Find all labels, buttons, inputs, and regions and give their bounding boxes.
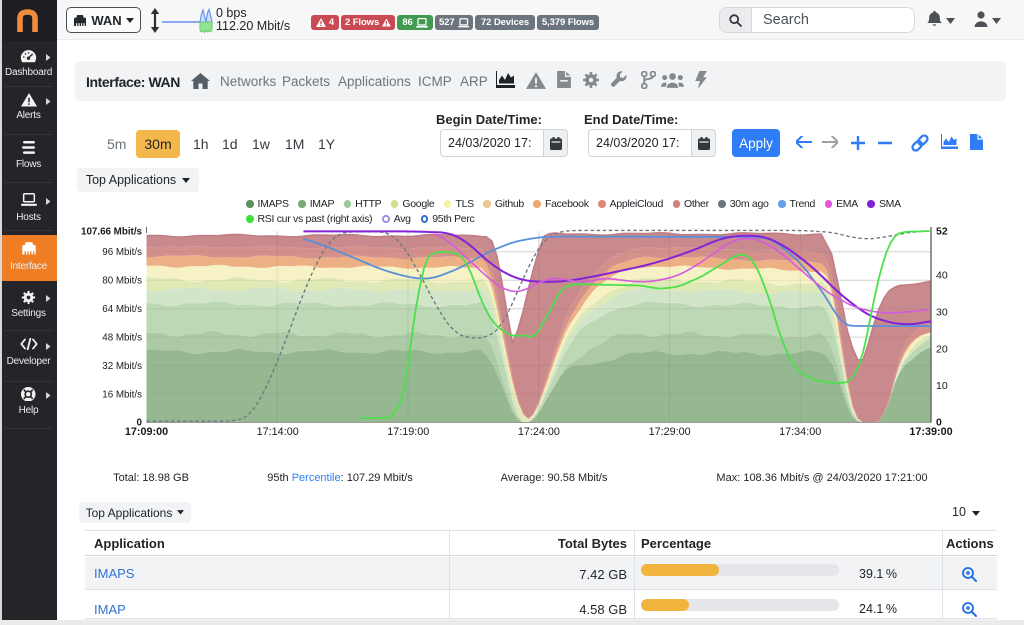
svg-text:107.66 Mbit/s: 107.66 Mbit/s: [81, 227, 143, 238]
svg-text:10: 10: [936, 380, 948, 392]
svg-text:40: 40: [936, 270, 948, 282]
svg-text:48 Mbit/s: 48 Mbit/s: [102, 332, 142, 343]
svg-text:52: 52: [936, 225, 948, 237]
svg-text:17:39:00: 17:39:00: [909, 426, 952, 438]
svg-text:96 Mbit/s: 96 Mbit/s: [102, 247, 142, 258]
svg-text:17:19:00: 17:19:00: [387, 426, 429, 438]
svg-text:17:24:00: 17:24:00: [518, 426, 560, 438]
svg-text:17:14:00: 17:14:00: [257, 426, 299, 438]
svg-text:32 Mbit/s: 32 Mbit/s: [102, 361, 142, 372]
svg-text:64 Mbit/s: 64 Mbit/s: [102, 304, 142, 315]
svg-text:80 Mbit/s: 80 Mbit/s: [102, 275, 142, 286]
svg-text:17:34:00: 17:34:00: [779, 426, 821, 438]
svg-text:20: 20: [936, 343, 948, 355]
svg-text:17:09:00: 17:09:00: [125, 426, 168, 438]
svg-text:17:29:00: 17:29:00: [649, 426, 691, 438]
svg-text:16 Mbit/s: 16 Mbit/s: [102, 389, 142, 400]
svg-text:30: 30: [936, 307, 948, 319]
